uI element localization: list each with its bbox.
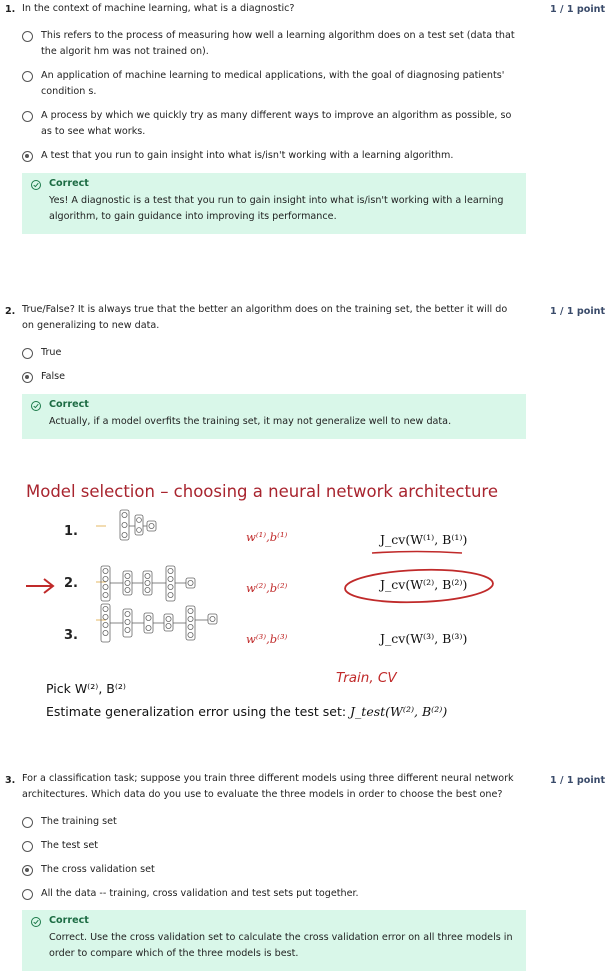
radio-button[interactable] [22,817,33,828]
option-label: A test that you run to gain insight into… [41,150,454,161]
pick-label: Pick W⁽²⁾, B⁽²⁾ [46,681,127,696]
option-label: The cross validation set [41,864,155,875]
points-badge: 1 / 1 point [550,775,606,786]
feedback-text: Actually, if a model overfits the traini… [49,416,452,427]
weights-label: w⁽¹⁾,b⁽¹⁾ [246,530,288,544]
radio-button[interactable] [22,31,33,42]
points-badge: 1 / 1 point [550,4,606,15]
feedback-text: Correct. Use the cross validation set to… [49,932,513,959]
radio-button-checked[interactable] [22,865,33,876]
jcv-formula: J_cv(W⁽²⁾, B⁽²⁾) [380,577,468,592]
feedback-title: Correct [49,178,89,189]
feedback-box: Correct Yes! A diagnostic is a test that… [22,173,526,234]
check-circle-icon [31,917,41,927]
radio-button-checked[interactable] [22,151,33,162]
jcv-formula: J_cv(W⁽³⁾, B⁽³⁾) [380,631,468,646]
radio-button[interactable] [22,348,33,359]
jcv-formula: J_cv(W⁽¹⁾, B⁽¹⁾) [380,532,468,547]
row-number: 1. [64,524,78,539]
question-text: For a classification task; suppose you t… [22,773,514,800]
train-cv-label: Train, CV [336,670,397,686]
option-label: True [41,347,62,358]
feedback-text: Yes! A diagnostic is a test that you run… [49,195,504,222]
weights-label: w⁽²⁾,b⁽²⁾ [246,581,288,595]
option-label: The training set [41,816,117,827]
check-circle-icon [31,401,41,411]
feedback-box: Correct Correct. Use the cross validatio… [22,910,526,971]
question-number: 1. [5,4,16,15]
radio-button[interactable] [22,111,33,122]
option-label: A process by which we quickly try as man… [41,110,512,137]
feedback-box: Correct Actually, if a model overfits th… [22,394,526,439]
points-badge: 1 / 1 point [550,306,606,317]
option-label: An application of machine learning to me… [41,70,505,97]
question-text: In the context of machine learning, what… [22,3,295,14]
option-label: This refers to the process of measuring … [41,30,515,57]
estimate-label: Estimate generalization error using the … [46,704,447,719]
jtest-formula: J_test(W⁽²⁾, B⁽²⁾) [350,704,448,719]
radio-button[interactable] [22,889,33,900]
question-number: 3. [5,775,16,786]
radio-button-checked[interactable] [22,372,33,383]
question-text: True/False? It is always true that the b… [22,304,508,331]
estimate-text: Estimate generalization error using the … [46,704,347,719]
weights-label: w⁽³⁾,b⁽³⁾ [246,632,288,646]
feedback-title: Correct [49,399,89,410]
row-number: 2. [64,576,78,591]
option-label: The test set [41,840,99,851]
option-label: All the data -- training, cross validati… [41,888,359,899]
check-circle-icon [31,180,41,190]
radio-button[interactable] [22,841,33,852]
row-number: 3. [64,628,78,643]
question-number: 2. [5,306,16,317]
feedback-title: Correct [49,915,89,926]
option-label: False [41,371,66,382]
radio-button[interactable] [22,71,33,82]
lecture-slide-image: Model selection – choosing a neural netw… [22,478,528,728]
